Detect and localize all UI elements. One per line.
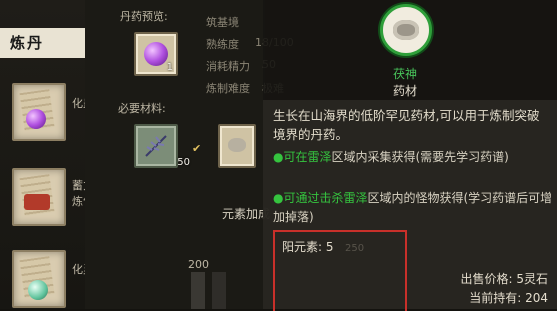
materials-label: 必要材料:	[118, 102, 166, 115]
pill-preview-slot[interactable]: 1	[134, 32, 178, 76]
source-place: 雷泽	[307, 150, 332, 164]
herb-type: 药材	[392, 84, 417, 98]
herb-portrait	[380, 4, 432, 56]
source-prefix: ●可在	[273, 150, 308, 164]
material-slot[interactable]	[218, 124, 256, 168]
preview-label: 丹药预览:	[120, 10, 168, 23]
sell-price: 出售价格: 5灵石	[460, 272, 549, 286]
material-slot[interactable]: 50	[134, 124, 190, 168]
source-place: 雷泽	[343, 191, 368, 205]
herb-description: 生长在山海界的低阶罕见药材,可以用于炼制突破境界的丹药。	[273, 108, 540, 142]
pill-icon	[28, 280, 48, 300]
source-prefix: ●可通过击杀	[273, 191, 344, 205]
source-line: ●可通过击杀雷泽区域内的怪物获得(学习药谱后可增加掉落)	[273, 189, 553, 227]
info-label: 筑基境	[206, 16, 239, 29]
fungus-icon	[393, 20, 419, 40]
recipe-card[interactable]	[12, 250, 66, 308]
held-count: 当前持有: 204	[469, 291, 548, 305]
info-label: 熟练度	[206, 38, 239, 51]
element-bar[interactable]	[191, 272, 205, 309]
source-line: ●可在雷泽区域内采集获得(需要先学习药谱)	[273, 148, 553, 167]
slider-value: 250	[345, 243, 365, 254]
source-suffix: 区域内采集获得(需要先学习药谱)	[331, 150, 509, 164]
furnace-icon	[24, 194, 50, 210]
info-label: 炼制难度	[206, 82, 250, 95]
herb-icon	[145, 135, 167, 157]
recipe-card[interactable]	[12, 83, 66, 141]
herb-name: 茯神	[392, 67, 417, 81]
pill-icon	[144, 42, 168, 66]
recipe-card[interactable]	[12, 168, 66, 226]
attribute-value: 阳元素: 5	[282, 240, 334, 254]
material-count: 50	[177, 157, 190, 168]
slider-value: 200	[188, 258, 209, 271]
element-bar[interactable]	[212, 272, 226, 309]
pill-count: 1	[166, 62, 173, 73]
fungus-icon	[228, 138, 246, 152]
pill-icon	[26, 109, 46, 129]
info-label: 消耗精力	[206, 60, 250, 73]
sidebar-title: 炼丹	[0, 28, 85, 58]
check-icon: ✔	[192, 142, 202, 155]
